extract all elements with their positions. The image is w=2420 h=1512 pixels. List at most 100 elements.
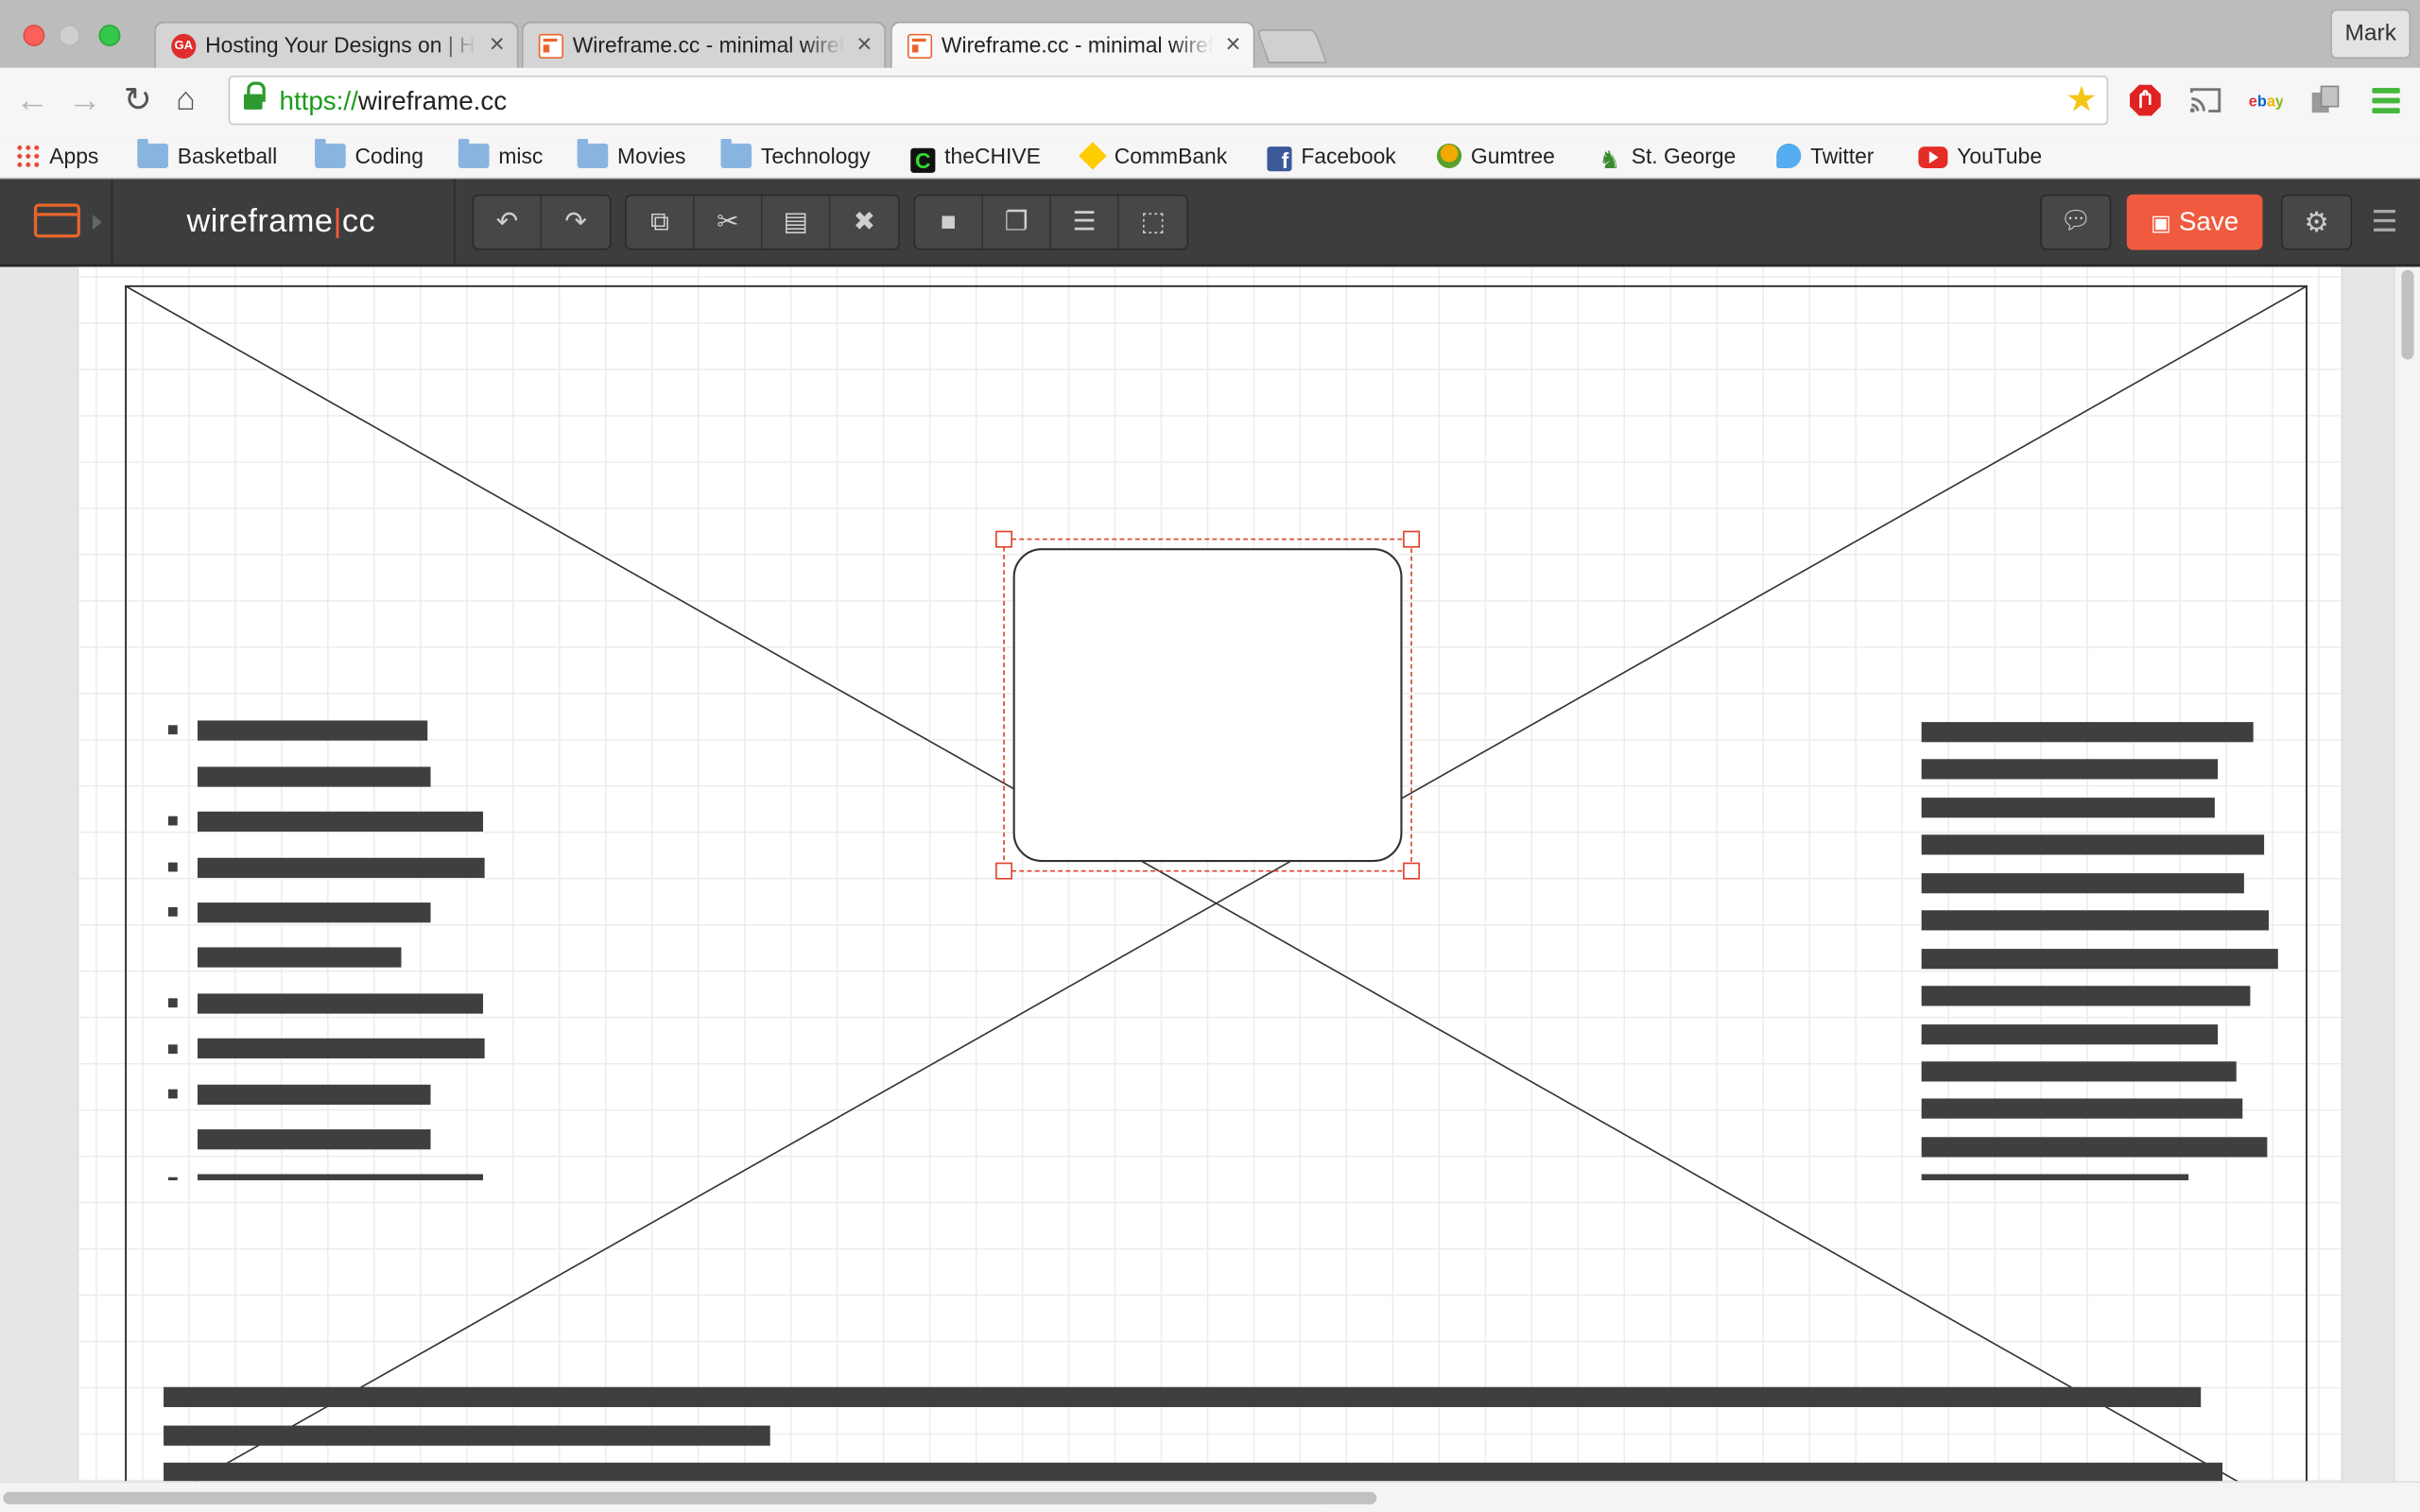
close-tab-icon[interactable]: × xyxy=(856,29,872,60)
ga-icon: GA xyxy=(171,33,197,60)
commbank-icon xyxy=(1079,142,1107,170)
extension-icon[interactable] xyxy=(2308,83,2342,117)
adblock-icon[interactable] xyxy=(2128,83,2162,117)
ebay-icon[interactable]: ebay xyxy=(2249,83,2283,117)
bookmark-apps[interactable]: Apps xyxy=(15,141,98,175)
forward-arrow-icon[interactable]: → xyxy=(68,82,102,117)
list-line xyxy=(197,766,431,787)
selected-rounded-rect[interactable] xyxy=(995,530,1421,880)
vertical-scrollbar[interactable] xyxy=(2394,266,2420,1482)
chrome-menu-icon[interactable] xyxy=(2369,83,2403,117)
tab-strip: GA Hosting Your Designs on | Hosting × W… xyxy=(0,0,2420,68)
text-line xyxy=(1921,1061,2237,1082)
list-bullet xyxy=(167,1089,178,1099)
delete-icon[interactable]: ✖ xyxy=(830,196,898,249)
arrange-group: ■ ❐ ☰ ⬚ xyxy=(913,194,1189,250)
tab-wireframe-2[interactable]: Wireframe.cc - minimal wireframing tool … xyxy=(890,21,1255,68)
undo-icon[interactable]: ↶ xyxy=(474,196,543,249)
clipboard-group: ⧉ ✂ ▤ ✖ xyxy=(625,194,900,250)
text-line xyxy=(1921,1098,2243,1119)
text-line xyxy=(1921,873,2244,894)
bookmark-basketball[interactable]: Basketball xyxy=(137,138,277,175)
bookmark-technology[interactable]: Technology xyxy=(720,138,871,175)
resize-handle[interactable] xyxy=(1403,530,1421,548)
toolbar-divider xyxy=(454,179,456,265)
tab-hosting-designs[interactable]: GA Hosting Your Designs on | Hosting × xyxy=(154,21,519,68)
reload-icon[interactable]: ↻ xyxy=(124,82,152,117)
apps-grid-icon xyxy=(15,143,41,168)
back-arrow-icon[interactable]: ← xyxy=(15,82,49,117)
arrange-icon[interactable]: ❐ xyxy=(983,196,1051,249)
logo-dropdown-arrow-icon[interactable] xyxy=(92,214,102,231)
resize-handle[interactable] xyxy=(995,530,1013,548)
resize-handle[interactable] xyxy=(1403,862,1421,880)
text-line xyxy=(164,1386,2202,1407)
align-icon[interactable]: ☰ xyxy=(1051,196,1119,249)
close-window-button[interactable] xyxy=(23,25,45,46)
folder-icon xyxy=(458,138,490,168)
canvas-area xyxy=(0,266,2420,1512)
url-host: wireframe.cc xyxy=(357,86,508,116)
bookmark-star-icon[interactable]: ★ xyxy=(2066,78,2098,120)
tab-wireframe-1[interactable]: Wireframe.cc - minimal wireframing tool … xyxy=(521,21,887,68)
new-tab-button[interactable] xyxy=(1255,29,1328,63)
bookmark-commbank[interactable]: CommBank xyxy=(1079,141,1227,175)
address-bar[interactable]: https://wireframe.cc ★ xyxy=(228,76,2109,126)
lock-icon xyxy=(243,81,266,112)
url-scheme: https:// xyxy=(279,86,358,116)
text-paragraph-bottom[interactable] xyxy=(164,1386,2223,1482)
bookmark-thechive[interactable]: CtheCHIVE xyxy=(910,141,1041,175)
list-line xyxy=(197,1038,485,1058)
bookmark-facebook[interactable]: f Facebook xyxy=(1267,141,1396,175)
lock-icon[interactable]: ■ xyxy=(915,196,983,249)
folder-icon xyxy=(577,138,609,168)
list-bullet xyxy=(167,1044,178,1055)
paste-icon[interactable]: ▤ xyxy=(763,196,831,249)
toolbar-divider xyxy=(111,179,113,265)
text-line xyxy=(1921,798,2215,818)
url-text[interactable]: https://wireframe.cc xyxy=(280,86,508,117)
speech-bubble-icon: 💬︎ xyxy=(2060,208,2092,235)
bookmark-st-george[interactable]: ♞ St. George xyxy=(1598,141,1736,175)
history-group: ↶ ↷ xyxy=(472,194,612,250)
profile-button[interactable]: Mark xyxy=(2330,9,2411,60)
list-line xyxy=(197,720,428,741)
comment-button[interactable]: 💬︎ xyxy=(2040,194,2112,250)
wireframe-icon xyxy=(908,33,933,60)
bookmark-youtube[interactable]: YouTube xyxy=(1918,141,2042,175)
bookmark-gumtree[interactable]: Gumtree xyxy=(1437,141,1555,175)
folder-icon xyxy=(315,138,346,168)
scroll-thumb[interactable] xyxy=(3,1491,1377,1504)
bulleted-list[interactable] xyxy=(167,720,485,1180)
zoom-window-button[interactable] xyxy=(98,25,121,46)
copy-icon[interactable]: ⧉ xyxy=(627,196,695,249)
text-paragraph-right[interactable] xyxy=(1921,722,2278,1180)
close-tab-icon[interactable]: × xyxy=(1225,29,1240,60)
close-tab-icon[interactable]: × xyxy=(490,29,505,60)
text-line xyxy=(1921,1137,2268,1158)
minimize-window-button[interactable] xyxy=(59,25,80,46)
group-icon[interactable]: ⬚ xyxy=(1119,196,1187,249)
list-bullet xyxy=(167,816,178,826)
list-line xyxy=(197,1084,431,1105)
text-line xyxy=(1921,986,2251,1006)
scroll-thumb[interactable] xyxy=(2401,269,2414,360)
bookmark-twitter[interactable]: Twitter xyxy=(1776,141,1874,175)
bookmark-movies[interactable]: Movies xyxy=(577,138,685,175)
bookmark-coding[interactable]: Coding xyxy=(315,138,424,175)
hamburger-menu-icon[interactable] xyxy=(2374,210,2395,232)
cut-icon[interactable]: ✂ xyxy=(695,196,763,249)
wireframe-logo-icon[interactable] xyxy=(33,203,80,238)
bookmark-misc[interactable]: misc xyxy=(458,138,543,175)
home-icon[interactable]: ⌂ xyxy=(176,82,196,117)
facebook-icon: f xyxy=(1267,146,1292,173)
tab-title: Hosting Your Designs on | Hosting xyxy=(205,32,476,58)
redo-icon[interactable]: ↷ xyxy=(542,196,610,249)
horizontal-scrollbar[interactable] xyxy=(0,1481,2420,1512)
save-button[interactable]: ▣ Save xyxy=(2126,194,2263,250)
settings-button[interactable]: ⚙ xyxy=(2281,194,2353,250)
resize-handle[interactable] xyxy=(995,862,1013,880)
floppy-disk-icon: ▣ xyxy=(2151,210,2171,235)
gears-icon: ⚙ xyxy=(2304,206,2329,238)
cast-icon[interactable] xyxy=(2188,83,2222,117)
